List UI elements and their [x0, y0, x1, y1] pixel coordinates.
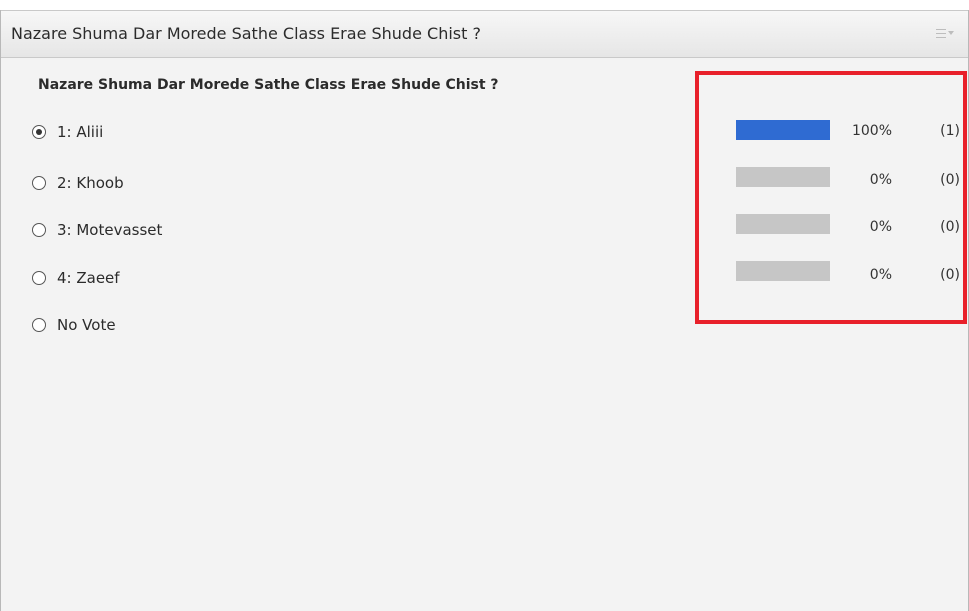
result-count: (0)	[940, 267, 960, 283]
radio-button[interactable]	[32, 318, 46, 332]
result-bar	[736, 261, 830, 281]
result-percent: 0%	[869, 219, 892, 235]
option-1[interactable]: 1: Aliii	[32, 121, 103, 143]
cropped-top-strip	[0, 0, 969, 10]
results-highlight-box	[695, 71, 967, 324]
result-bar	[736, 167, 830, 187]
hamburger-menu-icon	[936, 28, 946, 38]
chevron-down-icon	[948, 31, 954, 35]
pod-menu-button[interactable]	[936, 25, 958, 41]
radio-button[interactable]	[32, 125, 46, 139]
option-label: 3: Motevasset	[57, 221, 163, 239]
poll-question: Nazare Shuma Dar Morede Sathe Class Erae…	[38, 77, 499, 93]
option-3[interactable]: 3: Motevasset	[32, 219, 162, 241]
result-count: (0)	[940, 172, 960, 188]
radio-button[interactable]	[32, 271, 46, 285]
result-bar	[736, 214, 830, 234]
result-bar	[736, 120, 830, 140]
option-label: 2: Khoob	[57, 174, 124, 192]
option-label: 4: Zaeef	[57, 269, 120, 287]
option-2[interactable]: 2: Khoob	[32, 172, 124, 194]
result-percent: 0%	[869, 267, 892, 283]
option-label: No Vote	[57, 316, 116, 334]
cropped-top-text	[210, 0, 216, 9]
result-percent: 0%	[869, 172, 892, 188]
radio-button[interactable]	[32, 176, 46, 190]
result-count: (0)	[940, 219, 960, 235]
pod-header: Nazare Shuma Dar Morede Sathe Class Erae…	[1, 10, 968, 58]
pod-title: Nazare Shuma Dar Morede Sathe Class Erae…	[11, 24, 481, 43]
option-4[interactable]: 4: Zaeef	[32, 267, 120, 289]
result-bar-fill	[736, 120, 830, 140]
option-no-vote[interactable]: No Vote	[32, 314, 116, 336]
radio-button[interactable]	[32, 223, 46, 237]
result-percent: 100%	[851, 123, 892, 139]
option-label: 1: Aliii	[57, 123, 104, 141]
result-count: (1)	[940, 123, 960, 139]
